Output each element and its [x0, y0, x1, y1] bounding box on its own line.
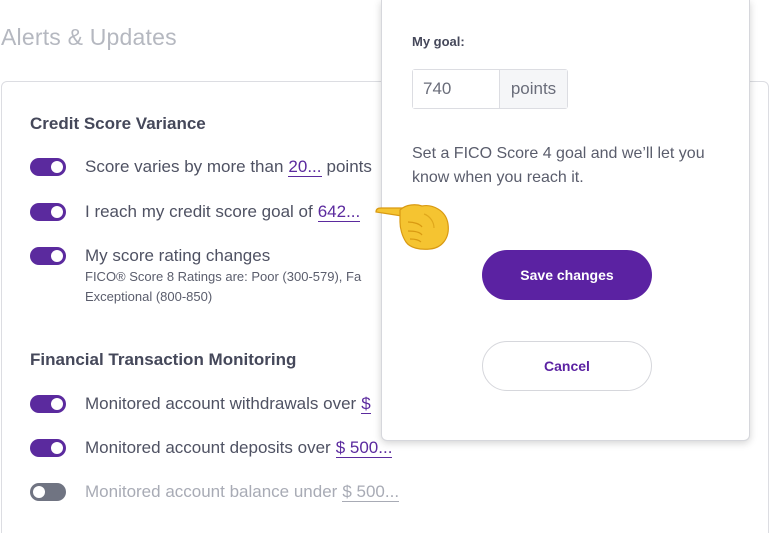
alert-row-label: My score rating changes: [85, 246, 271, 265]
alert-row-label: Monitored account deposits over: [85, 438, 331, 457]
goal-input[interactable]: [413, 70, 499, 108]
toggle-knob: [33, 486, 45, 498]
cancel-button[interactable]: Cancel: [482, 341, 652, 391]
pointing-hand-icon: [375, 204, 449, 250]
goal-input-group: points: [412, 69, 568, 109]
balance-toggle[interactable]: [30, 483, 66, 501]
score-goal-link[interactable]: 642...: [317, 202, 361, 222]
score-variance-link[interactable]: 20...: [288, 157, 322, 177]
alert-row-deposits: Monitored account deposits over $ 500...: [30, 438, 393, 458]
alert-row-withdrawals: Monitored account withdrawals over $: [30, 394, 371, 414]
alert-row-label: I reach my credit score goal of: [85, 202, 313, 221]
toggle-knob: [51, 250, 63, 262]
section-heading-financial: Financial Transaction Monitoring: [30, 350, 297, 369]
alert-row-rating-changes: My score rating changes: [30, 246, 270, 266]
rating-description-line2: Exceptional (800-850): [85, 289, 213, 304]
goal-unit-addon: points: [499, 70, 567, 108]
toggle-knob: [51, 206, 63, 218]
toggle-knob: [51, 398, 63, 410]
save-changes-button[interactable]: Save changes: [482, 250, 652, 300]
score-varies-toggle[interactable]: [30, 158, 66, 176]
alert-row-balance: Monitored account balance under $ 500...: [30, 482, 400, 502]
alert-row-score-goal: I reach my credit score goal of 642...: [30, 202, 361, 222]
goal-description: Set a FICO Score 4 goal and we’ll let yo…: [412, 145, 705, 186]
section-heading-credit: Credit Score Variance: [30, 114, 206, 133]
rating-description-line1: FICO® Score 8 Ratings are: Poor (300-579…: [85, 269, 362, 284]
alert-row-tail: points: [326, 157, 372, 176]
deposits-toggle[interactable]: [30, 439, 66, 457]
toggle-knob: [51, 161, 63, 173]
alert-row-label: Monitored account withdrawals over: [85, 394, 357, 413]
alert-row-label: Score varies by more than: [85, 157, 284, 176]
page-title: Alerts & Updates: [1, 24, 177, 50]
rating-changes-toggle[interactable]: [30, 247, 66, 265]
withdrawals-toggle[interactable]: [30, 395, 66, 413]
alert-row-label: Monitored account balance under: [85, 482, 338, 501]
withdrawals-amount-link[interactable]: $: [361, 394, 371, 414]
deposits-amount-link[interactable]: $ 500...: [335, 438, 393, 458]
balance-amount-link[interactable]: $ 500...: [342, 482, 400, 502]
alert-row-score-varies: Score varies by more than 20... points: [30, 157, 372, 177]
toggle-knob: [51, 442, 63, 454]
score-goal-toggle[interactable]: [30, 203, 66, 221]
goal-label: My goal:: [412, 34, 465, 49]
